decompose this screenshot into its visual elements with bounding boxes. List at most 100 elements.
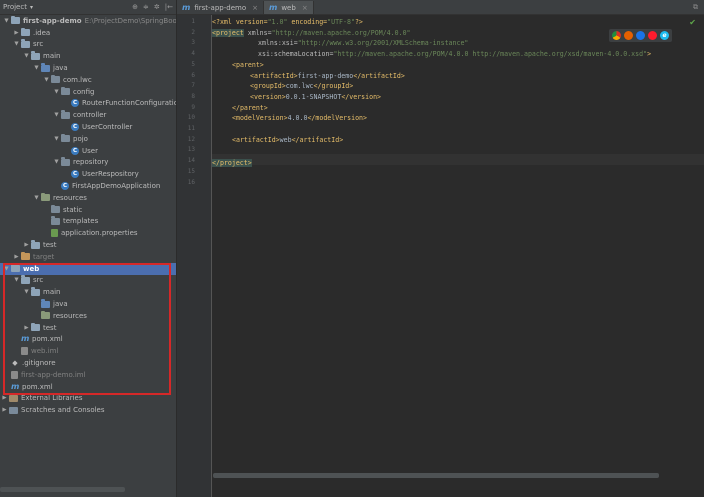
editor-horizontal-scrollbar[interactable] (213, 473, 659, 478)
excluded-folder-icon (21, 251, 30, 261)
tree-item-label: static (63, 205, 83, 214)
chevron-right-icon[interactable]: ▶ (1, 395, 8, 401)
chevron-down-icon[interactable]: ▼ (53, 112, 60, 118)
chevron-down-icon[interactable]: ▼ (33, 65, 40, 71)
tree-item[interactable]: ▼ resources (0, 192, 176, 204)
tree-item[interactable]: application.properties (0, 227, 176, 239)
code-line-4: xsi:schemaLocation="http://maven.apache.… (258, 50, 652, 59)
tree-item-label: controller (73, 111, 107, 120)
tree-item[interactable]: ▶ target (0, 251, 176, 263)
opera-icon[interactable] (648, 31, 657, 40)
hide-panel-icon[interactable]: |← (165, 3, 173, 11)
line-number: 14 (187, 157, 195, 165)
code-line-7: <groupId>com.lwc</groupId> (250, 82, 354, 91)
tree-item[interactable]: ▼ first-app-demo E:\ProjectDemo\SpringBoot… (0, 15, 176, 27)
tree-item[interactable]: ▶ test (0, 239, 176, 251)
project-panel: Project ▾ ⊕ ≑ ✲ |← ▼ first-app-demo E:\Pro… (0, 0, 177, 497)
chevron-right-icon[interactable]: ▶ (23, 242, 30, 248)
tree-item[interactable]: ▼ repository (0, 157, 176, 169)
tree-item[interactable]: templates (0, 216, 176, 228)
chevron-down-icon[interactable]: ▼ (43, 77, 50, 83)
tree-item-label: first-app-demo (23, 16, 82, 25)
package-icon (51, 216, 60, 225)
code-area[interactable]: <?xml version="1.0" encoding="UTF-8"?> <… (212, 15, 704, 497)
safari-icon[interactable] (636, 31, 645, 40)
chevron-down-icon[interactable]: ▼ (33, 195, 40, 201)
tree-item-label: pojo (73, 134, 88, 143)
java-class-icon: C (71, 146, 79, 155)
firefox-icon[interactable] (624, 31, 633, 40)
code-line-8: <version>0.0.1-SNAPSHOT</version> (250, 92, 382, 101)
folder-icon (21, 27, 30, 37)
package-icon (61, 133, 70, 143)
tree-item-label: java (53, 64, 68, 73)
tree-item-label: target (33, 252, 55, 261)
tree-item[interactable]: ▼ java (0, 62, 176, 74)
tab-web[interactable]: m web × (263, 1, 314, 14)
chevron-down-icon[interactable]: ▼ (3, 18, 10, 24)
tab-first-app-demo[interactable]: m first-app-demo × (177, 1, 264, 14)
tree-item[interactable]: C FirstAppDemoApplication (0, 180, 176, 192)
ie-icon[interactable]: e (660, 31, 669, 40)
package-icon (61, 157, 70, 166)
project-view-selector[interactable]: Project (3, 3, 27, 11)
tree-item[interactable]: C UserRespository (0, 168, 176, 180)
tab-label: web (281, 3, 296, 12)
tree-item[interactable]: ▼ main (0, 50, 176, 62)
java-class-icon: C (71, 99, 79, 108)
code-editor[interactable]: 1 2 3 4 5 6 7 8 9 10 11 12 13 14 15 16 <?xml version="1… (177, 15, 704, 497)
tree-item[interactable]: ▼ controller (0, 109, 176, 121)
chevron-down-icon[interactable]: ▼ (53, 136, 60, 142)
locate-icon[interactable]: ⊕ (132, 3, 138, 11)
line-number: 5 (191, 60, 195, 68)
tree-item[interactable]: C UserController (0, 121, 176, 133)
tree-item[interactable]: C RouterFunctionConfiguration (0, 98, 176, 110)
tree-item-label: templates (63, 217, 99, 226)
line-number: 3 (191, 39, 195, 47)
tree-item[interactable]: ▼ config (0, 86, 176, 98)
project-panel-header: Project ▾ ⊕ ≑ ✲ |← (0, 0, 176, 15)
chrome-icon[interactable] (612, 31, 621, 40)
tree-item[interactable]: ▼ src (0, 39, 176, 51)
close-icon[interactable]: × (252, 4, 258, 12)
chevron-down-icon[interactable]: ▾ (30, 4, 33, 11)
tree-item[interactable]: ▼ com.lwc (0, 74, 176, 86)
tree-item-label: com.lwc (63, 75, 92, 84)
tree-item-label: External Libraries (21, 394, 83, 403)
tree-item[interactable]: ▼ pojo (0, 133, 176, 145)
tree-item-label: Scratches and Consoles (21, 406, 105, 415)
maven-icon: m (268, 3, 278, 12)
close-icon[interactable]: × (302, 4, 308, 12)
chevron-down-icon[interactable]: ▼ (23, 53, 30, 59)
chevron-down-icon[interactable]: ▼ (53, 89, 60, 95)
package-icon (61, 86, 70, 96)
folder-icon (31, 240, 40, 249)
chevron-right-icon[interactable]: ▶ (13, 30, 20, 36)
resources-folder-icon (41, 192, 50, 202)
gear-icon[interactable]: ✲ (154, 3, 160, 11)
code-line-1: <?xml version="1.0" encoding="UTF-8"?> (212, 18, 363, 26)
code-line-3: xmlns:xsi="http://www.w3.org/2001/XMLSch… (258, 39, 469, 48)
chevron-right-icon[interactable]: ▶ (13, 254, 20, 260)
chevron-down-icon[interactable]: ▼ (53, 159, 60, 165)
collapse-all-icon[interactable]: ≑ (143, 3, 149, 11)
tree-item[interactable]: ▶ Scratches and Consoles (0, 404, 176, 416)
chevron-down-icon[interactable]: ▼ (13, 41, 20, 47)
tree-item[interactable]: ▶ .idea (0, 27, 176, 39)
properties-file-icon (51, 229, 58, 238)
tree-item-label: User (82, 146, 98, 155)
browser-preview-bar: e (609, 29, 672, 42)
code-line-10: <modelVersion>4.0.0</modelVersion> (232, 114, 367, 123)
library-icon (9, 394, 18, 402)
tree-item[interactable]: C User (0, 145, 176, 157)
code-line-12: <artifactId>web</artifactId> (232, 135, 344, 144)
tree-item-label: FirstAppDemoApplication (72, 182, 161, 191)
tree-item[interactable]: static (0, 204, 176, 216)
source-folder-icon (41, 63, 50, 72)
horizontal-scrollbar[interactable] (0, 487, 125, 492)
chevron-right-icon[interactable]: ▶ (1, 407, 8, 413)
split-editor-icon[interactable]: ⧉ (693, 3, 698, 12)
line-number: 6 (191, 71, 195, 79)
tree-item-label: application.properties (61, 229, 138, 238)
line-number: 13 (187, 146, 195, 154)
